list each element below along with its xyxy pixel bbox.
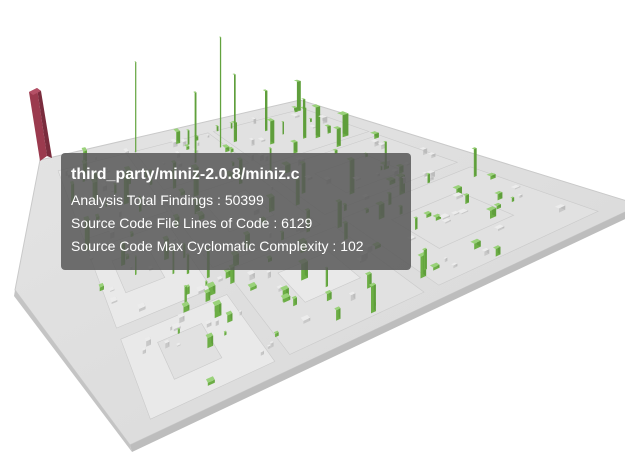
tooltip-metric-max-complexity: Source Code Max Cyclomatic Complexity : … [71, 238, 364, 254]
selected-building-miniz[interactable] [29, 88, 52, 161]
tooltip-metric-lines-of-code: Source Code File Lines of Code : 6129 [71, 215, 313, 231]
file-metrics-tooltip: third_party/miniz-2.0.8/miniz.c Analysis… [61, 153, 411, 270]
tooltip-metric-total-findings: Analysis Total Findings : 50399 [71, 192, 264, 208]
tooltip-file-path: third_party/miniz-2.0.8/miniz.c [71, 166, 300, 183]
